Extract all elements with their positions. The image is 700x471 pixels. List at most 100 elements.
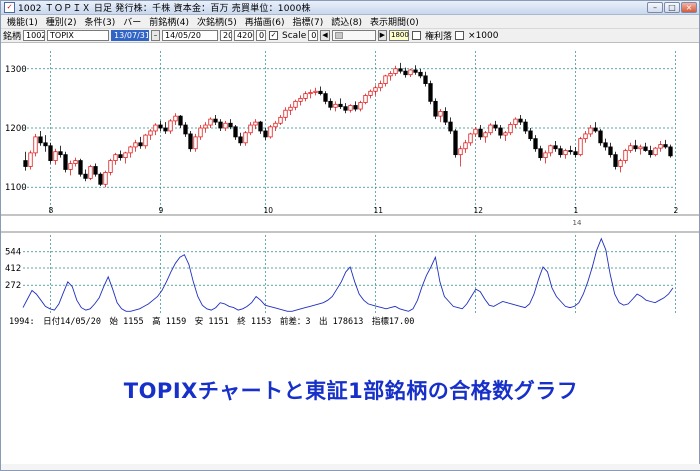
candle-body [148,130,153,136]
candle-body [578,138,583,156]
range-scrollbar[interactable] [331,30,376,41]
candle-body [43,142,48,147]
menu-display-period[interactable]: 表示期間(0) [370,15,419,28]
candle-body [453,130,458,156]
candle-body [443,111,448,123]
candle-body [333,103,338,108]
date-dash-button[interactable]: – [151,30,161,41]
candle-body [493,124,498,129]
candle-body [298,97,303,102]
candle-body [603,142,608,148]
candle-body [348,105,353,111]
candle-body [223,122,228,129]
candle-body [288,106,293,111]
candle-body [438,111,443,117]
candle-body [608,146,613,156]
candle-body [283,109,288,118]
month-tick-label: 8 [49,206,54,215]
menu-bar: 機能(1) 種別(2) 条件(3) バー 前銘柄(4) 次銘柄(5) 再描画(6… [1,15,699,29]
candle-body [218,121,223,129]
menu-load[interactable]: 読込(8) [331,15,362,28]
candle-body [323,93,328,102]
scroll-thumb[interactable] [334,32,343,39]
stock-label: 銘柄 [3,32,22,42]
candle-body [328,100,333,108]
chart-area: 110012001300891011121234514 272412544 19… [1,51,699,327]
width-field[interactable]: 4200 [234,30,255,41]
candle-body [633,145,638,150]
candle-body [158,124,163,129]
menu-bar-style[interactable]: バー [123,15,141,28]
candle-body [553,145,558,150]
candle-body [213,118,218,123]
scroll-left-arrow-icon[interactable]: ◀ [320,30,330,41]
menu-next-stock[interactable]: 次銘柄(5) [197,15,237,28]
value-1800-field[interactable]: 1800 [389,30,410,41]
candle-body [653,147,658,156]
candle-body [58,151,63,156]
candle-body [48,145,53,161]
candle-body [93,166,98,175]
candle-body [243,132,248,144]
offset-field[interactable]: 0 [256,30,267,41]
x1000-checkbox[interactable] [455,31,465,40]
candle-body [538,148,543,159]
scale-checkbox[interactable]: ✓ [269,31,279,40]
candle-body [228,122,233,128]
candle-body [503,132,508,136]
menu-indicator[interactable]: 指標(7) [293,15,324,28]
end-date-field[interactable]: 14/05/20 [162,30,219,41]
scale-field[interactable]: 0 [308,30,319,41]
candle-body [233,126,238,138]
menu-condition[interactable]: 条件(3) [85,15,116,28]
start-date-field[interactable]: 13/07/31 [111,30,150,41]
title-bar[interactable]: ✓ 1002 ＴＯＰＩＸ 日足 発行株：千株 資本金：百万 売買単位：1000株… [1,1,699,15]
candle-body [668,146,673,157]
menu-prev-stock[interactable]: 前銘柄(4) [149,15,189,28]
candle-body [188,133,193,150]
scroll-right-arrow-icon[interactable]: ▶ [377,30,388,41]
month-tick-label: 2 [674,206,679,215]
candle-body [613,154,618,167]
candle-body [178,115,183,126]
caption-text: TOPIXチャートと東証1部銘柄の合格数グラフ [123,379,579,403]
candle-body [278,116,283,124]
candle-body [83,173,88,179]
menu-redraw[interactable]: 再描画(6) [245,15,285,28]
candle-body [293,100,298,108]
candle-body [413,69,418,73]
maximize-button[interactable]: □ [664,2,680,13]
candle-body [533,138,538,150]
close-button[interactable]: × [681,2,697,13]
candle-body [28,152,33,167]
stock-name-field[interactable]: TOPIX [47,30,110,41]
candle-body [623,150,628,161]
price-axis: 110012001300891011121234514 [5,65,679,227]
price-candles [23,62,673,188]
candle-body [193,136,198,150]
candle-body [573,151,578,156]
candle-body [303,93,308,99]
rights-label: 権利落 [425,32,453,42]
stock-code-field[interactable]: 1002 [23,30,46,41]
scale-label: Scale [282,30,307,41]
candle-body [408,69,413,76]
menu-type[interactable]: 種別(2) [46,15,77,28]
candle-body [488,124,493,134]
indicator-tick-label: 544 [5,248,21,258]
window-controls: – □ × [647,2,697,13]
period-field[interactable]: 20 [220,30,233,41]
rights-checkbox[interactable] [412,31,422,40]
candle-body [663,144,668,148]
candle-body [338,103,343,108]
candle-body [448,121,453,132]
candle-body [153,124,158,132]
app-check-icon: ✓ [4,2,15,13]
candle-body [458,148,463,156]
candle-body [253,121,258,126]
candle-body [38,136,43,144]
minimize-button[interactable]: – [647,2,663,13]
candle-body [103,172,108,185]
candle-body [498,127,503,136]
menu-function[interactable]: 機能(1) [7,15,38,28]
